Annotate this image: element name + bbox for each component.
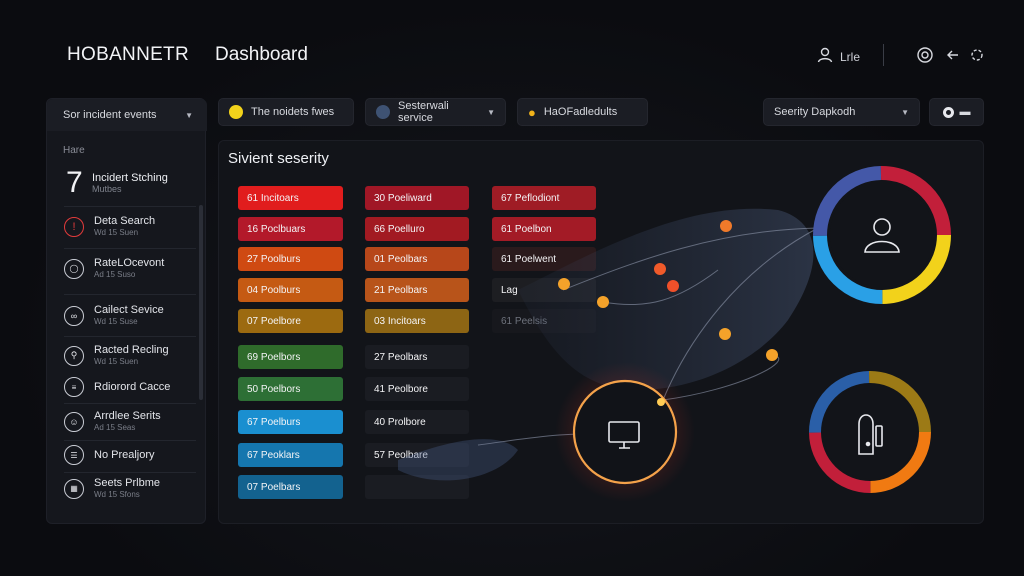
- sidebar-item-deta-search[interactable]: ! Deta Search Wd 15 Suen: [64, 215, 196, 238]
- user-icon: [816, 46, 834, 67]
- severity-bar[interactable]: 57 Peolbare: [365, 443, 469, 467]
- severity-bar[interactable]: 03 Incitoars: [365, 309, 469, 333]
- sidebar-divider: [64, 248, 196, 249]
- severity-bar[interactable]: 61 Incitoars: [238, 186, 343, 210]
- severity-bar[interactable]: 69 Poelbors: [238, 345, 343, 369]
- sidebar-divider: [64, 403, 196, 404]
- service-filter-label: Sesterwali service: [398, 100, 449, 124]
- sidebar-item-subtitle: Wd 15 Suse: [94, 317, 138, 326]
- grid-icon: ▦: [64, 478, 84, 499]
- severity-bar[interactable]: Lag: [492, 278, 596, 302]
- chevron-down-icon: ▼: [185, 110, 193, 120]
- sidebar-item-seets-prlbme[interactable]: ▦ Seets Prlbme Wd 15 Sfons: [64, 477, 196, 500]
- sidebar-item-cailect-sevice[interactable]: ∞ Cailect Sevice Wd 15 Suse: [64, 304, 196, 327]
- owner-icon: ●: [528, 104, 536, 120]
- sidebar-scrollbar[interactable]: [199, 205, 203, 400]
- sidebar-item-label: Arrdlee Serits: [94, 410, 161, 422]
- sidebar-item-label: Seets Prlbme: [94, 477, 161, 489]
- sidebar-item-label: No Prealjory: [94, 448, 155, 461]
- severity-bar[interactable]: 61 Peelsis: [492, 309, 596, 333]
- dispatch-select[interactable]: Seerity Dapkodh ▼: [763, 98, 920, 126]
- sidebar-divider: [64, 294, 196, 295]
- shield-icon: ◯: [64, 258, 84, 279]
- severity-bar[interactable]: 50 Poelbors: [238, 377, 343, 401]
- user-menu[interactable]: Lrle: [816, 46, 860, 67]
- sidebar-item-subtitle: Wd 15 Suen: [94, 228, 139, 237]
- feature-subtitle: Mutbes: [92, 184, 122, 194]
- sidebar-item-label: Cailect Sevice: [94, 304, 164, 316]
- sidebar-item-label: RateLOcevont: [94, 257, 165, 269]
- sidebar-divider: [64, 440, 196, 441]
- sidebar-item-label: Deta Search: [94, 215, 156, 227]
- service-filter[interactable]: Sesterwali service ▼: [365, 98, 506, 126]
- severity-bar[interactable]: 41 Peolbore: [365, 377, 469, 401]
- menu-icon: ▬: [959, 106, 971, 118]
- sidebar-item-no-prealjory[interactable]: ☰ No Prealjory: [64, 445, 196, 465]
- severity-bar[interactable]: 30 Poeliward: [365, 186, 469, 210]
- owner-filter-label: HaOFadledults: [543, 106, 618, 118]
- incident-count: 7: [66, 166, 83, 199]
- search-icon: ⚲: [64, 345, 84, 366]
- service-dot: [376, 105, 390, 119]
- sidebar-feature-card[interactable]: 7 Incidert Stching Mutbes: [66, 166, 168, 200]
- sidebar-item-subtitle: Wd 15 Sfons: [94, 490, 140, 499]
- severity-bar[interactable]: 16 Poclbuars: [238, 217, 343, 241]
- record-icon: [942, 106, 954, 118]
- user-name: Lrle: [840, 49, 861, 64]
- chevron-down-icon: ▼: [487, 107, 495, 117]
- severity-bar[interactable]: 07 Poelbore: [238, 309, 343, 333]
- settings-icon[interactable]: [968, 46, 986, 64]
- back-arrow-icon[interactable]: [944, 46, 962, 64]
- yellow-status-dot: [229, 105, 243, 119]
- owner-filter[interactable]: ● HaOFadledults: [517, 98, 648, 126]
- sidebar-divider: [64, 206, 196, 207]
- severity-bar[interactable]: 27 Poolburs: [238, 247, 343, 271]
- severity-bar[interactable]: 67 Peflodiont: [492, 186, 596, 210]
- chevron-down-icon: ▼: [901, 107, 909, 117]
- person-icon: ☺: [64, 411, 84, 432]
- severity-bar[interactable]: 61 Poelbon: [492, 217, 596, 241]
- sidebar-item-subtitle: Ad 15 Seas: [94, 423, 136, 432]
- severity-bar[interactable]: 67 Peoklars: [238, 443, 343, 467]
- sidebar-item-rate-locevont[interactable]: ◯ RateLOcevont Ad 15 Suso: [64, 257, 196, 280]
- severity-bar[interactable]: 27 Peolbars: [365, 345, 469, 369]
- alert-icon: !: [64, 216, 84, 237]
- page-title: Dashboard: [215, 44, 308, 65]
- severity-bar[interactable]: 66 Poelluro: [365, 217, 469, 241]
- view-toggle[interactable]: ▬: [929, 98, 984, 126]
- severity-filter-label: The noidets fwes: [251, 106, 335, 118]
- sidebar-divider: [64, 472, 196, 473]
- sidebar-divider: [64, 336, 196, 337]
- severity-bar[interactable]: 07 Poelbars: [238, 475, 343, 499]
- service-icon: ∞: [64, 305, 84, 326]
- incident-event-select-label: Sor incident events: [63, 109, 157, 121]
- severity-bar[interactable]: 01 Peolbars: [365, 247, 469, 271]
- list-icon: ≡: [64, 377, 84, 397]
- sidebar-item-subtitle: Ad 15 Suso: [94, 270, 136, 279]
- severity-bar[interactable]: 21 Peolbars: [365, 278, 469, 302]
- sidebar-item-label: Racted Recling: [94, 344, 169, 356]
- panel-title: Sivient seserity: [228, 150, 329, 167]
- dashboard-app: HOBANNETR Dashboard Lrle Sor incident ev…: [0, 0, 1024, 576]
- sidebar-item-rdiorord-cacce[interactable]: ≡ Rdiorord Cacce: [64, 377, 196, 397]
- sidebar-item-racted-recling[interactable]: ⚲ Racted Recling Wd 15 Suen: [64, 344, 196, 367]
- severity-filter[interactable]: The noidets fwes: [218, 98, 354, 126]
- feature-title: Incidert Stching: [92, 172, 168, 184]
- severity-bar[interactable]: 40 Prolbore: [365, 410, 469, 434]
- sidebar-item-arrdlee-serits[interactable]: ☺ Arrdlee Serits Ad 15 Seas: [64, 410, 196, 433]
- severity-bar[interactable]: 61 Poelwent: [492, 247, 596, 271]
- sidebar-section-label: Hare: [63, 145, 85, 156]
- header-divider: [883, 44, 884, 66]
- target-icon[interactable]: [916, 46, 934, 64]
- severity-bar[interactable]: 04 Poolburs: [238, 278, 343, 302]
- severity-bar[interactable]: 67 Poelburs: [238, 410, 343, 434]
- severity-bar[interactable]: [365, 475, 469, 499]
- incident-event-select[interactable]: Sor incident events ▼: [47, 99, 207, 131]
- sidebar-item-subtitle: Wd 15 Suen: [94, 357, 139, 366]
- sidebar-item-label: Rdiorord Cacce: [94, 380, 171, 393]
- dispatch-select-label: Seerity Dapkodh: [774, 106, 856, 118]
- brand-logo[interactable]: HOBANNETR: [67, 44, 189, 66]
- stack-icon: ☰: [64, 445, 84, 465]
